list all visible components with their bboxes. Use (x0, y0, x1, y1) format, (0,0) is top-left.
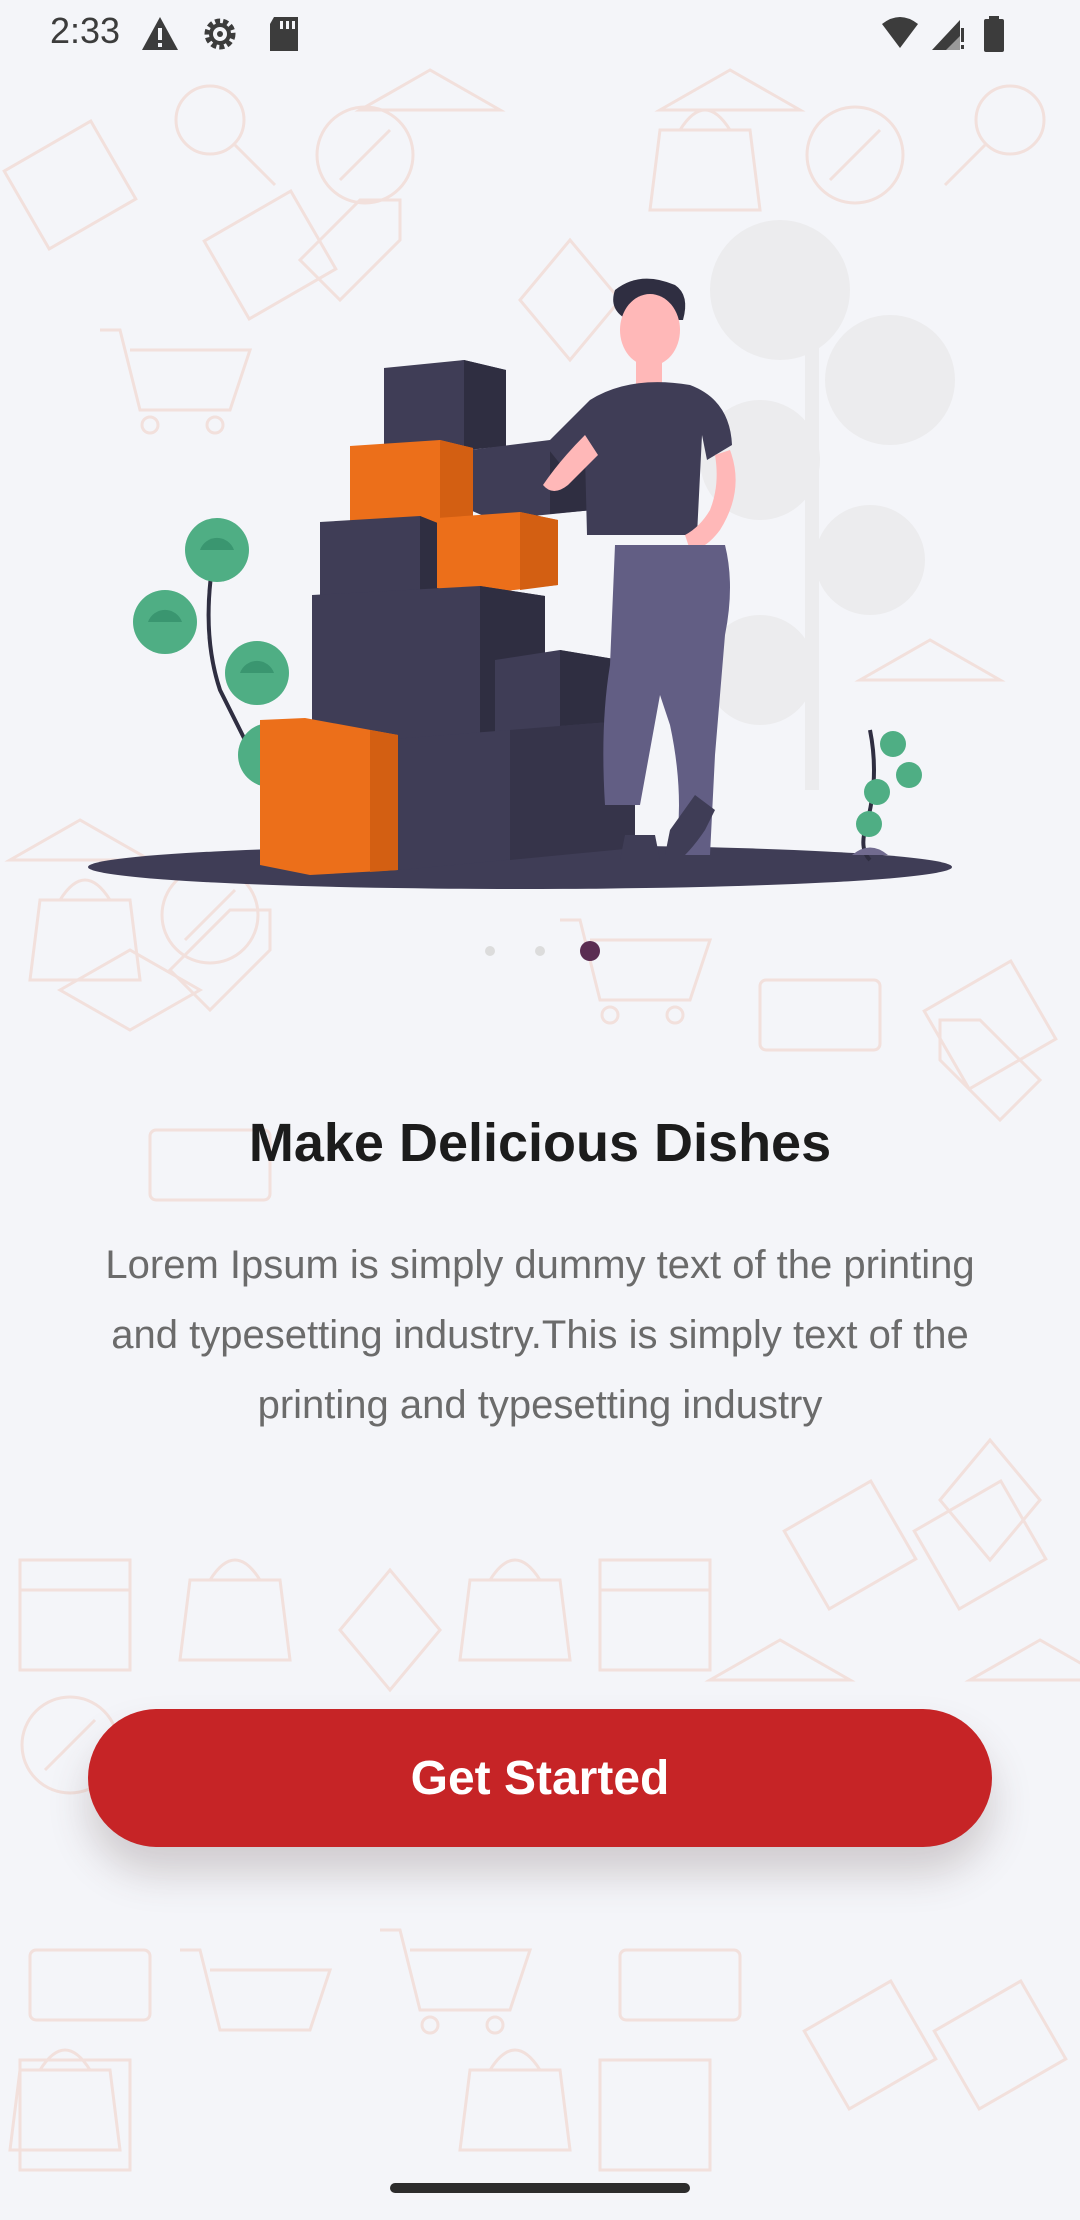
warning-icon (142, 17, 178, 50)
right-plant (852, 729, 922, 862)
onboarding-title: Make Delicious Dishes (248, 1113, 832, 1173)
status-bar: 2:33 (0, 0, 1080, 66)
page-dot-2[interactable] (535, 946, 545, 956)
onboarding-description: Lorem Ipsum is simply dummy text of the … (105, 1243, 975, 1427)
settings-icon (204, 18, 236, 50)
wifi-icon (882, 17, 918, 48)
page-dot-3-active[interactable] (580, 941, 600, 961)
page-indicator (0, 940, 1080, 962)
status-time: 2:33 (50, 10, 121, 51)
battery-icon (984, 16, 1004, 52)
cell-signal-icon (932, 20, 964, 50)
get-started-button[interactable]: Get Started (88, 1709, 992, 1847)
onboarding-illustration (88, 278, 952, 889)
sd-card-icon (270, 17, 298, 51)
page-dot-1[interactable] (485, 946, 495, 956)
home-gesture-bar[interactable] (390, 2183, 690, 2193)
